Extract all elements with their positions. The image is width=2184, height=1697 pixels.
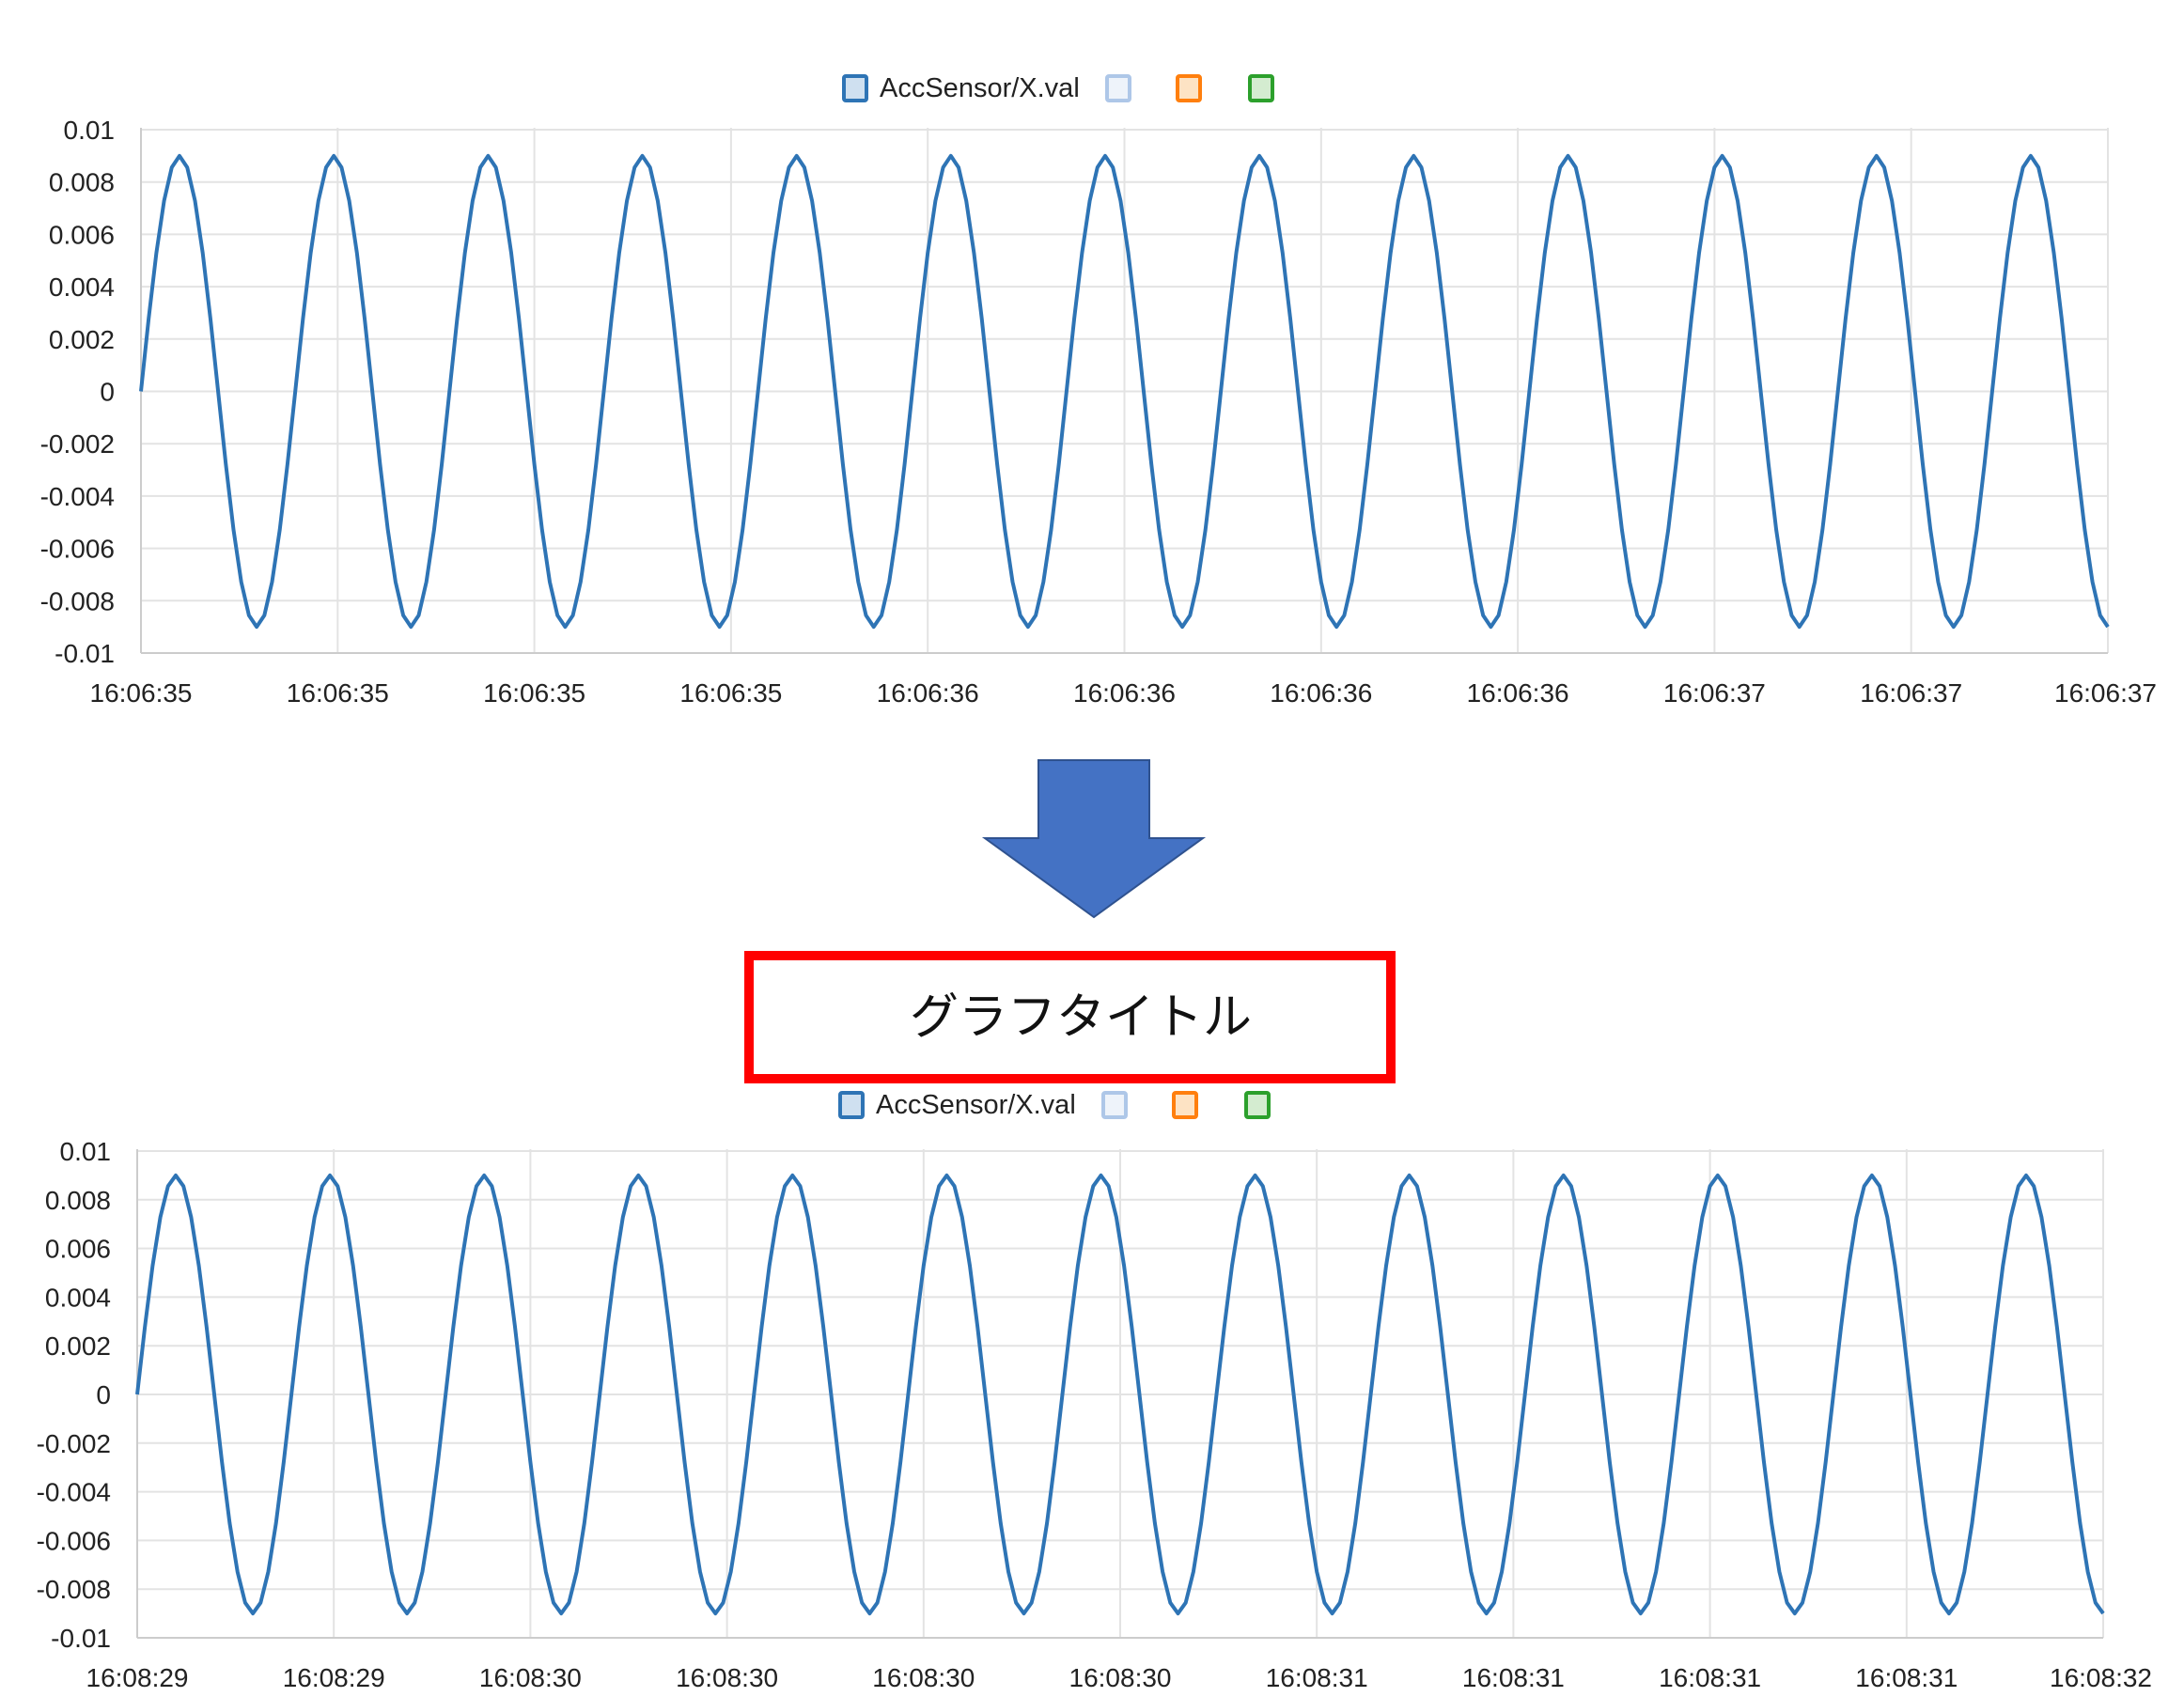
y-tick-label: 0.008 [45,1186,111,1215]
y-tick-label: 0.01 [64,116,116,145]
legend-swatch-4[interactable] [1248,74,1274,102]
x-tick-label: 16:06:37 [2054,678,2157,708]
legend-swatch-2[interactable] [1105,74,1131,102]
legend-swatch-3[interactable] [1176,74,1202,102]
legend-before: AccSensor/X.val [842,73,1274,103]
x-tick-label: 16:08:31 [1659,1663,1761,1692]
chart-after: AccSensor/X.val 0.01 0.008 0.006 0.004 0.002… [37,1090,2152,1692]
y-tick-label: -0.006 [37,1526,111,1555]
legend-swatch-series[interactable] [838,1091,865,1119]
legend-swatch-3[interactable] [1172,1091,1198,1119]
x-tick-label: 16:08:31 [1266,1663,1368,1692]
x-tick-label: 16:06:37 [1663,678,1766,708]
legend-swatch-4[interactable] [1244,1091,1271,1119]
down-arrow-icon [981,759,1207,919]
x-axis-before: 16:06:35 16:06:35 16:06:35 16:06:35 16:06:36… [90,652,2157,708]
x-tick-label: 16:08:31 [1855,1663,1958,1692]
y-tick-label: -0.008 [37,1575,111,1604]
grid-before [140,128,2109,654]
comparison-figure: AccSensor/X.val 0.01 0.008 0.006 0.004 0.002… [37,73,2157,1692]
x-tick-label: 16:08:29 [283,1663,385,1692]
x-tick-label: 16:06:35 [287,678,389,708]
chart-before: AccSensor/X.val 0.01 0.008 0.006 0.004 0.002… [40,73,2157,708]
x-tick-label: 16:06:36 [877,678,979,708]
x-tick-label: 16:08:30 [1069,1663,1172,1692]
y-tick-label: 0.004 [49,272,115,302]
x-tick-label: 16:06:37 [1860,678,1962,708]
y-axis-after: 0.01 0.008 0.006 0.004 0.002 0 -0.002 -0.004 -0.… [37,1137,138,1653]
x-tick-label: 16:06:35 [90,678,193,708]
legend-label-series: AccSensor/X.val [880,73,1080,103]
chart-title: グラフタイトル [910,989,1252,1046]
y-tick-label: -0.006 [40,535,115,564]
x-tick-label: 16:08:30 [676,1663,778,1692]
legend-after: AccSensor/X.val [838,1090,1271,1120]
x-tick-label: 16:06:35 [679,678,782,708]
y-tick-label: 0.002 [49,325,115,354]
legend-label-series: AccSensor/X.val [876,1090,1076,1120]
x-tick-label: 16:08:29 [86,1663,189,1692]
x-tick-label: 16:08:31 [1462,1663,1565,1692]
x-tick-label: 16:08:30 [872,1663,975,1692]
chart-title-box: グラフタイトル [744,951,1396,1083]
y-tick-label: 0 [100,378,115,407]
legend-swatch-2[interactable] [1101,1091,1128,1119]
y-tick-label: 0.008 [49,168,115,197]
x-tick-label: 16:08:30 [479,1663,582,1692]
y-tick-label: 0.006 [45,1235,111,1264]
x-tick-label: 16:08:32 [2050,1663,2152,1692]
y-tick-label: 0.002 [45,1331,111,1361]
y-tick-label: -0.004 [37,1478,111,1507]
y-tick-label: 0.004 [45,1283,111,1312]
y-tick-label: -0.004 [40,482,115,511]
x-axis-after: 16:08:29 16:08:29 16:08:30 16:08:30 16:08:30… [86,1637,2152,1692]
legend-swatch-series[interactable] [842,74,868,102]
x-tick-label: 16:06:36 [1270,678,1372,708]
y-tick-label: -0.01 [55,639,115,668]
grid-after [136,1149,2104,1639]
y-tick-label: 0 [96,1380,111,1409]
x-tick-label: 16:06:36 [1467,678,1569,708]
y-tick-label: -0.01 [51,1624,111,1653]
y-tick-label: 0.006 [49,220,115,249]
y-tick-label: 0.01 [60,1137,112,1166]
y-tick-label: -0.002 [37,1429,111,1458]
y-axis-before: 0.01 0.008 0.006 0.004 0.002 0 -0.002 -0.004 -0.… [40,116,142,668]
y-tick-label: -0.008 [40,586,115,615]
y-tick-label: -0.002 [40,429,115,459]
x-tick-label: 16:06:36 [1073,678,1176,708]
x-tick-label: 16:06:35 [483,678,585,708]
